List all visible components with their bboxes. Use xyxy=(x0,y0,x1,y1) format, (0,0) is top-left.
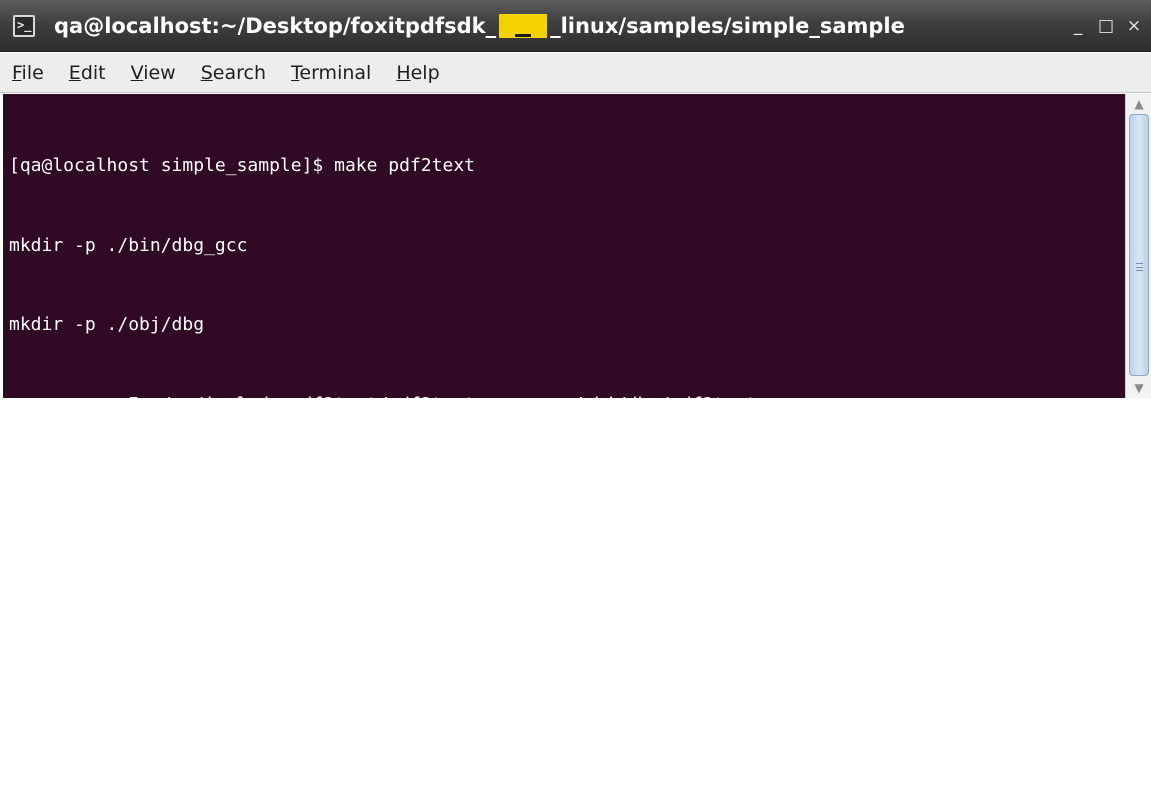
grip-icon xyxy=(1136,263,1143,271)
text-cursor xyxy=(335,709,348,732)
menu-bar: File Edit View Search Terminal Help xyxy=(0,53,1151,93)
scroll-up-arrow-icon[interactable]: ▲ xyxy=(1129,96,1149,112)
terminal-prompt-line: [qa@localhost simple_sample]$ xyxy=(9,709,876,737)
terminal-text: [qa@localhost simple_sample]$ make pdf2t… xyxy=(9,100,876,789)
window-title-prefix: qa@localhost:~/Desktop/foxitpdfsdk_ xyxy=(54,14,497,38)
redaction-mark xyxy=(499,14,548,38)
window-title-suffix: _linux/samples/simple_sample xyxy=(550,14,905,38)
terminal-line: g++ -g -c -I../../include pdf2text/pdf2t… xyxy=(9,393,779,415)
terminal-output[interactable]: [qa@localhost simple_sample]$ make pdf2t… xyxy=(3,94,1125,733)
terminal-window: >_ qa@localhost:~/Desktop/foxitpdfsdk_ _… xyxy=(0,0,1151,733)
terminal-line: g++ -g -c -I../../include comm_src/fgsdk… xyxy=(9,473,866,494)
scroll-down-arrow-icon[interactable]: ▼ xyxy=(1129,380,1149,396)
window-title: qa@localhost:~/Desktop/foxitpdfsdk_ _lin… xyxy=(54,12,905,40)
terminal-line: mkdir -p ./obj/dbg xyxy=(9,314,205,335)
menu-help[interactable]: Help xyxy=(396,61,439,85)
scrollbar-thumb[interactable] xyxy=(1129,114,1149,376)
menu-file[interactable]: File xyxy=(12,61,44,85)
menu-terminal[interactable]: Terminal xyxy=(291,61,371,85)
minimize-button[interactable]: _ xyxy=(1066,14,1090,38)
menu-search[interactable]: Search xyxy=(201,61,266,85)
terminal-prompt: [qa@localhost simple_sample]$ xyxy=(9,711,335,733)
terminal-icon: >_ xyxy=(13,15,35,37)
terminal-line: [qa@localhost simple_sample]$ make pdf2t… xyxy=(9,155,475,176)
terminal-line: g++ ./obj/dbg/pdf2text.o ./obj/dbg/fgsdk… xyxy=(9,552,876,574)
menu-edit[interactable]: Edit xyxy=(69,61,106,85)
vertical-scrollbar[interactable]: ▲ ▼ xyxy=(1125,94,1151,398)
close-button[interactable]: × xyxy=(1122,14,1146,38)
terminal-line: mkdir -p ./bin/dbg_gcc xyxy=(9,234,248,256)
title-bar[interactable]: >_ qa@localhost:~/Desktop/foxitpdfsdk_ _… xyxy=(0,0,1151,52)
terminal-line: dk_linux64 -lpthread -L ../../lib -Wl,--… xyxy=(9,632,671,653)
maximize-button[interactable]: □ xyxy=(1094,14,1118,38)
menu-view[interactable]: View xyxy=(131,61,176,85)
